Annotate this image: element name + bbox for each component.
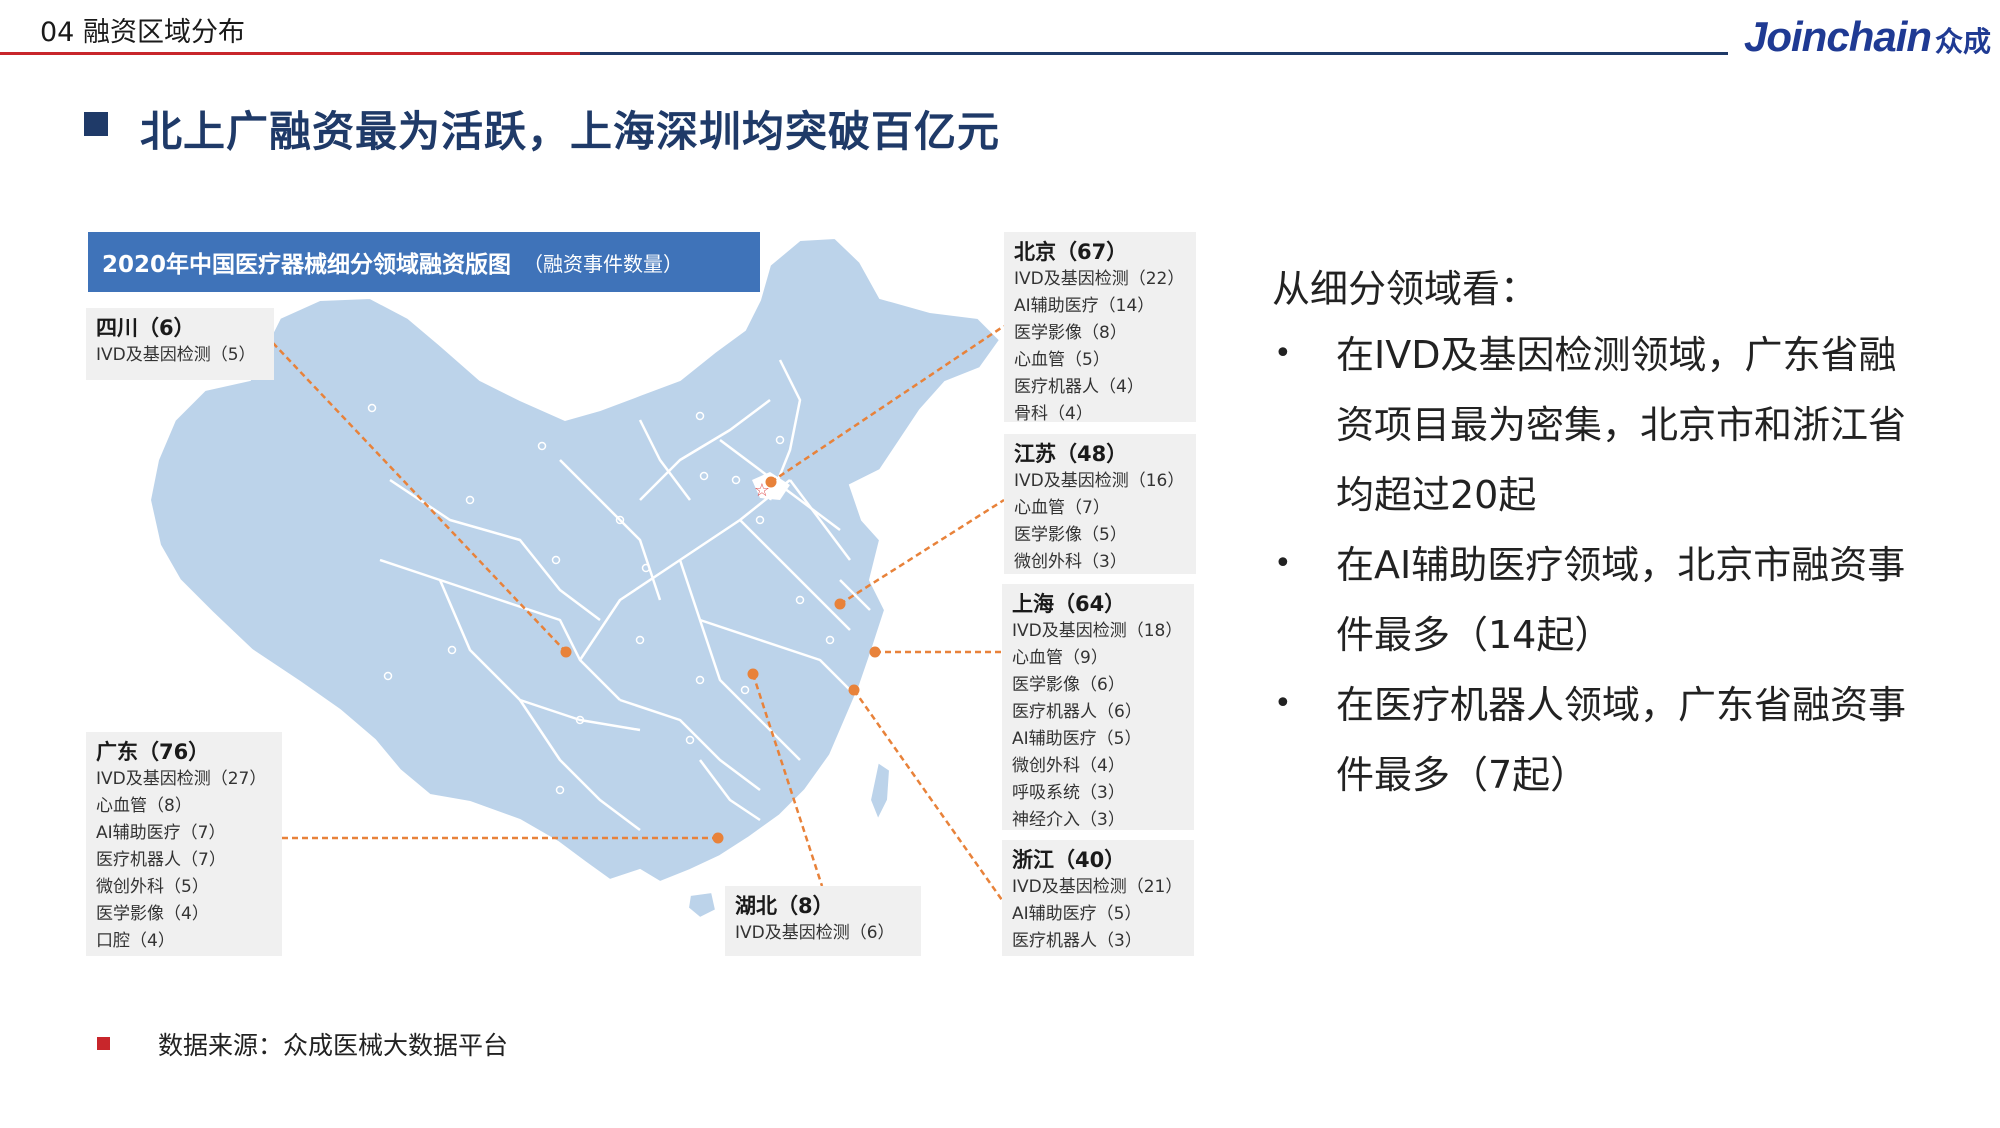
region-point-shanghai: [869, 646, 881, 658]
region-box-zhejiang: 浙江（40） IVD及基因检测（21） AI辅助医疗（5） 医疗机器人（3）: [1002, 840, 1194, 956]
region-box-shanghai: 上海（64） IVD及基因检测（18） 心血管（9） 医学影像（6） 医疗机器人…: [1002, 584, 1194, 830]
region-item: 骨科（4）: [1014, 404, 1093, 424]
region-item: 呼吸系统（3）: [1012, 783, 1125, 803]
region-item: 微创外科（5）: [96, 877, 209, 897]
region-item: IVD及基因检测（22）: [1014, 269, 1185, 289]
region-item: 心血管（8）: [96, 796, 192, 816]
region-box-sichuan: 四川（6） IVD及基因检测（5）: [86, 308, 274, 380]
region-box-guangdong: 广东（76） IVD及基因检测（27） 心血管（8） AI辅助医疗（7） 医疗机…: [86, 732, 282, 956]
bullet-glyph: •: [1274, 336, 1292, 371]
bullet-glyph: •: [1274, 686, 1292, 721]
region-item: IVD及基因检测（21）: [1012, 877, 1183, 897]
region-box-hubei: 湖北（8） IVD及基因检测（6）: [725, 886, 921, 956]
region-point-jiangsu: [834, 598, 846, 610]
region-item: 微创外科（3）: [1014, 552, 1127, 572]
region-item: 医疗机器人（7）: [96, 850, 226, 870]
data-source-note: 数据来源：众成医械大数据平台: [158, 1031, 509, 1060]
region-item: IVD及基因检测（16）: [1014, 471, 1185, 491]
source-square-bullet: [97, 1037, 110, 1050]
region-box-beijing: 北京（67） IVD及基因检测（22） AI辅助医疗（14） 医学影像（8） 心…: [1004, 232, 1196, 424]
region-name: 湖北（8）: [735, 894, 834, 918]
analysis-point: 在医疗机器人领域，广东省融资事件最多（7起）: [1336, 683, 1907, 797]
capital-star-icon: ☆: [754, 480, 770, 501]
region-item: AI辅助医疗（5）: [1012, 729, 1142, 749]
region-item: AI辅助医疗（7）: [96, 823, 226, 843]
region-item: 医学影像（5）: [1014, 525, 1127, 545]
region-item: 医学影像（6）: [1012, 675, 1125, 695]
region-point-hubei: [747, 668, 759, 680]
region-item: 医疗机器人（4）: [1014, 377, 1144, 397]
analysis-point: 在IVD及基因检测领域，广东省融资项目最为密集，北京市和浙江省均超过20起: [1336, 333, 1907, 517]
region-name: 广东（76）: [96, 740, 210, 764]
region-item: AI辅助医疗（5）: [1012, 904, 1142, 924]
region-item: 口腔（4）: [96, 931, 175, 951]
region-item: IVD及基因检测（18）: [1012, 621, 1183, 641]
region-name: 浙江（40）: [1012, 848, 1126, 872]
region-item: 心血管（7）: [1014, 498, 1110, 518]
map-title: 2020年中国医疗器械细分领域融资版图 （融资事件数量）: [88, 232, 760, 292]
analysis-title: 从细分领域看：: [1272, 267, 1539, 311]
region-item: 医学影像（4）: [96, 904, 209, 924]
region-point-zhejiang: [848, 684, 860, 696]
region-item: 神经介入（3）: [1012, 810, 1125, 830]
bullet-glyph: •: [1274, 546, 1292, 581]
region-point-sichuan: [560, 646, 572, 658]
map-title-main: 2020年中国医疗器械细分领域融资版图: [102, 252, 512, 278]
region-item: 心血管（5）: [1014, 350, 1110, 370]
region-item: 心血管（9）: [1012, 648, 1108, 668]
region-item: 医疗机器人（3）: [1012, 931, 1142, 951]
analysis-point: 在AI辅助医疗领域，北京市融资事件最多（14起）: [1336, 543, 1906, 657]
region-item: 微创外科（4）: [1012, 756, 1125, 776]
region-item: IVD及基因检测（27）: [96, 769, 267, 789]
region-point-guangdong: [712, 832, 724, 844]
region-item: IVD及基因检测（5）: [96, 345, 256, 365]
region-name: 江苏（48）: [1014, 442, 1128, 466]
region-item: 医学影像（8）: [1014, 323, 1127, 343]
region-item: AI辅助医疗（14）: [1014, 296, 1155, 316]
region-box-jiangsu: 江苏（48） IVD及基因检测（16） 心血管（7） 医学影像（5） 微创外科（…: [1004, 434, 1196, 574]
region-name: 四川（6）: [96, 316, 195, 340]
region-name: 上海（64）: [1012, 592, 1126, 616]
region-item: IVD及基因检测（6）: [735, 923, 895, 943]
map-title-sub: （融资事件数量）: [523, 251, 684, 276]
region-item: 医疗机器人（6）: [1012, 702, 1142, 722]
region-name: 北京（67）: [1014, 240, 1128, 264]
